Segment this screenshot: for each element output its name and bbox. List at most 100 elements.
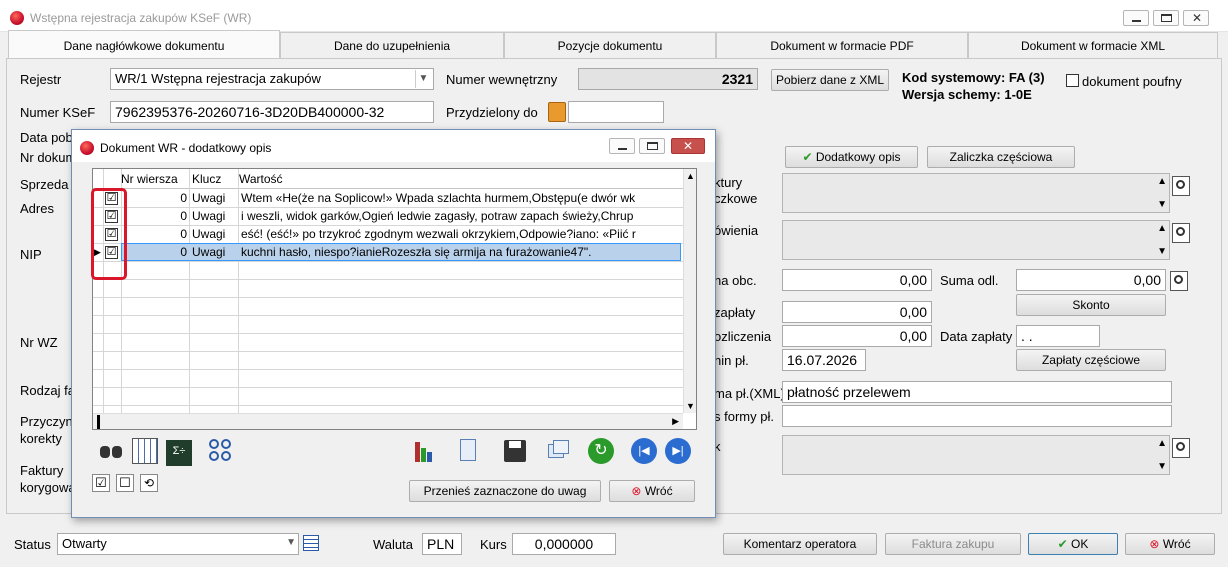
row-klucz: Uwagi — [192, 191, 226, 205]
skonto-button[interactable]: Skonto — [1016, 294, 1166, 316]
dialog-wroc-label: Wróć — [644, 484, 673, 498]
uwagi-grid: Nr wiersza Klucz Wartość ▶ ☑ 0 Uwagi Wte… — [92, 168, 697, 430]
scroll-up-icon[interactable]: ▲ — [1157, 223, 1167, 234]
forma-xml-field[interactable]: płatność przelewem — [782, 381, 1172, 403]
chevron-down-icon[interactable]: ▼ — [415, 70, 431, 88]
komentarz-button[interactable]: Komentarz operatora — [723, 533, 877, 555]
zoom-icon[interactable] — [1170, 271, 1188, 291]
rozliczenia-field[interactable]: 0,00 — [782, 325, 932, 347]
dodatkowy-opis-dialog: Dokument WR - dodatkowy opis ✕ Nr wiersz… — [71, 129, 716, 518]
col-nr-wiersza[interactable]: Nr wiersza — [121, 170, 178, 188]
rejestr-value: WR/1 Wstępna rejestracja zakupów — [115, 71, 321, 86]
row-klucz: Uwagi — [192, 227, 226, 241]
sprzedawca-label: Sprzeda — [20, 177, 69, 192]
suma-odl-field[interactable]: 0,00 — [1016, 269, 1166, 291]
minimize-button[interactable] — [1123, 10, 1149, 26]
check-icon: ✔ — [1057, 537, 1068, 551]
waluta-field[interactable]: PLN — [422, 533, 462, 555]
faktura-zakupu-button[interactable]: Faktura zakupu — [885, 533, 1021, 555]
maximize-button[interactable] — [1153, 10, 1179, 26]
zamowienia-textarea[interactable]: ▲ ▼ — [782, 220, 1170, 260]
col-wartosc[interactable]: Wartość — [239, 170, 283, 188]
zaliczka-button[interactable]: Zaliczka częściowa — [927, 146, 1075, 168]
list-icon[interactable] — [303, 535, 319, 551]
last-record-icon[interactable]: ▶| — [665, 438, 691, 464]
zoom-icon[interactable] — [1172, 223, 1190, 243]
tab-xml[interactable]: Dokument w formacie XML — [968, 32, 1218, 58]
termin-label: nin pł. — [714, 353, 749, 368]
poufny-label: dokument poufny — [1082, 74, 1182, 89]
status-select[interactable]: Otwarty ▼ — [57, 533, 299, 555]
ok-button[interactable]: ✔ OK — [1028, 533, 1118, 555]
numer-ksef-field[interactable]: 7962395376-20260716-3D20DB400000-32 — [110, 101, 434, 123]
suma-obc-field[interactable]: 0,00 — [782, 269, 932, 291]
scroll-up-icon[interactable]: ▲ — [1157, 438, 1167, 449]
dialog-minimize-button[interactable] — [609, 138, 635, 154]
row-nr: 0 — [180, 191, 187, 205]
dialog-wroc-button[interactable]: ⊗ Wróć — [609, 480, 695, 502]
kurs-field[interactable]: 0,000000 — [512, 533, 616, 555]
table-filter-icon[interactable] — [132, 438, 158, 464]
user-picker-icon[interactable] — [548, 102, 566, 122]
deselect-all-icon[interactable]: ☐ — [116, 474, 134, 492]
main-titlebar: Wstępna rejestracja zakupów KSeF (WR) ✕ — [0, 0, 1228, 32]
dialog-maximize-button[interactable] — [639, 138, 665, 154]
ok-label: OK — [1071, 537, 1089, 551]
scroll-down-icon[interactable]: ▼ — [1157, 461, 1167, 472]
tab-pdf[interactable]: Dokument w formacie PDF — [716, 32, 968, 58]
przenies-button[interactable]: Przenieś zaznaczone do uwag — [409, 480, 601, 502]
dodatkowy-opis-label: Dodatkowy opis — [815, 150, 901, 164]
refresh-icon[interactable]: ↻ — [588, 438, 614, 464]
zaplaty-field[interactable]: 0,00 — [782, 301, 932, 323]
save-icon[interactable] — [502, 438, 528, 464]
tab-uzupelnienia[interactable]: Dane do uzupełnienia — [280, 32, 504, 58]
pobierz-xml-button[interactable]: Pobierz dane z XML — [771, 69, 889, 91]
tab-pozycje[interactable]: Pozycje dokumentu — [504, 32, 716, 58]
check-icon: ✔ — [802, 150, 813, 164]
wroc-button[interactable]: ⊗ Wróć — [1125, 533, 1215, 555]
close-button[interactable]: ✕ — [1183, 10, 1209, 26]
faktury-r-label: ktury — [714, 175, 743, 190]
binoculars-icon[interactable] — [98, 438, 124, 464]
przydzielony-field[interactable] — [568, 101, 664, 123]
col-klucz[interactable]: Klucz — [192, 170, 221, 188]
vertical-scrollbar[interactable]: ▲ ▼ — [683, 169, 696, 413]
first-record-icon[interactable]: |◀ — [631, 438, 657, 464]
forma-xml-label: ma pł.(XML) — [714, 386, 785, 401]
sum-icon[interactable]: Σ÷ — [166, 440, 192, 466]
opis-formy-field[interactable] — [782, 405, 1172, 427]
rodzaj-label: Rodzaj fa — [20, 383, 75, 398]
status-label: Status — [14, 537, 51, 552]
document-export-icon[interactable] — [456, 438, 482, 464]
zoom-icon[interactable] — [1172, 438, 1190, 458]
nr-wz-label: Nr WZ — [20, 335, 58, 350]
adres-label: Adres — [20, 201, 54, 216]
uwagi-textarea[interactable]: ▲ ▼ — [782, 435, 1170, 475]
dialog-close-button[interactable]: ✕ — [671, 138, 705, 154]
faktury-label: Faktury — [20, 463, 64, 478]
data-zaplaty-field[interactable]: . . — [1016, 325, 1100, 347]
select-all-icon[interactable]: ☑ — [92, 474, 110, 492]
czkowe-label: czkowe — [714, 191, 758, 206]
zaplaty-label: zapłaty — [714, 305, 756, 320]
horizontal-scrollbar[interactable]: ▶ — [93, 413, 683, 429]
row-wartosc: kuchni hasło, niespo?ianieRozeszła się a… — [241, 245, 592, 259]
zaplaty-czesciowe-button[interactable]: Zapłaty częściowe — [1016, 349, 1166, 371]
termin-field[interactable]: 16.07.2026 — [782, 349, 866, 371]
hierarchy-icon[interactable] — [208, 438, 234, 464]
poufny-checkbox[interactable] — [1066, 74, 1079, 87]
rejestr-select[interactable]: WR/1 Wstępna rejestracja zakupów ▼ — [110, 68, 434, 90]
dodatkowy-opis-button[interactable]: ✔ Dodatkowy opis — [785, 146, 918, 168]
copy-windows-icon[interactable] — [546, 438, 572, 464]
scroll-down-icon[interactable]: ▼ — [1157, 246, 1167, 257]
zoom-icon[interactable] — [1172, 176, 1190, 196]
chevron-down-icon[interactable]: ▼ — [286, 535, 296, 551]
scroll-down-icon[interactable]: ▼ — [1157, 199, 1167, 210]
tab-naglowkowe[interactable]: Dane nagłówkowe dokumentu — [8, 30, 280, 60]
scroll-up-icon[interactable]: ▲ — [1157, 176, 1167, 187]
chart-icon[interactable] — [412, 438, 438, 464]
dialog-titlebar: Dokument WR - dodatkowy opis ✕ — [72, 130, 715, 162]
faktury-textarea[interactable]: ▲ ▼ — [782, 173, 1170, 213]
row-nr: 0 — [180, 245, 187, 259]
invert-selection-icon[interactable]: ⟲ — [140, 474, 158, 492]
